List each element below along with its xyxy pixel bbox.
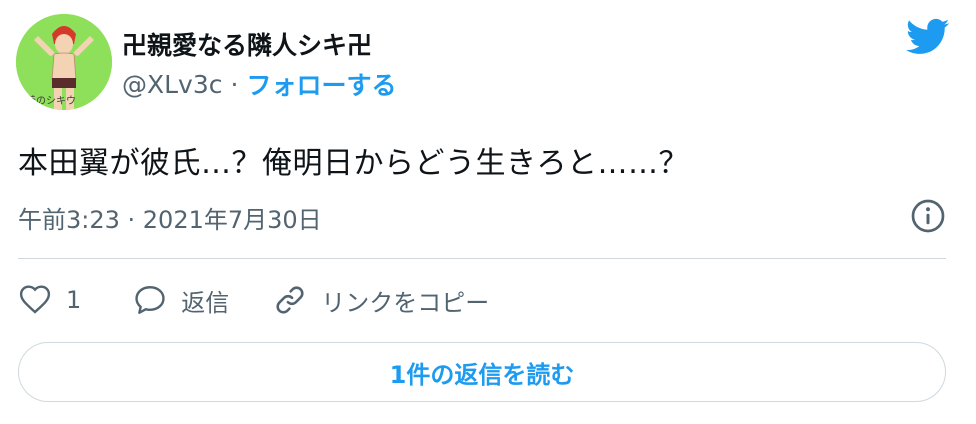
read-replies-button[interactable]: 1件の返信を読む	[18, 342, 946, 402]
link-icon	[276, 286, 304, 314]
copy-link-button[interactable]: リンクをコピー	[273, 283, 489, 318]
tweet-actions: 1 返信 リンクをコピー	[18, 280, 489, 320]
tweet-timestamp[interactable]: 午前3:23 · 2021年7月30日	[18, 200, 322, 235]
copy-link-label: リンクをコピー	[321, 288, 490, 317]
author-handle[interactable]: @XLv3c	[122, 70, 223, 99]
reply-icon	[135, 286, 165, 314]
author-avatar[interactable]: 着のシキウ	[16, 14, 112, 110]
tweet-text: 本田翼が彼氏…？俺明日からどう生きろと……？	[18, 146, 689, 181]
reply-label: 返信	[181, 288, 230, 317]
author-handle-row: @XLv3c · フォローする	[122, 66, 396, 102]
reply-button[interactable]: 返信	[133, 283, 229, 318]
heart-icon	[19, 285, 51, 314]
twitter-bird-icon[interactable]	[906, 18, 950, 56]
handle-separator: ·	[230, 69, 239, 99]
follow-button[interactable]: フォローする	[246, 66, 396, 102]
divider	[18, 258, 946, 259]
author-display-name[interactable]: 卍親愛なる隣人シキ卍	[122, 26, 372, 62]
avatar-illustration: 着のシキウ	[16, 14, 112, 110]
like-count: 1	[66, 286, 82, 314]
like-button[interactable]: 1	[18, 283, 81, 317]
avatar-caption: 着のシキウ	[26, 94, 76, 107]
info-icon[interactable]	[910, 198, 946, 234]
